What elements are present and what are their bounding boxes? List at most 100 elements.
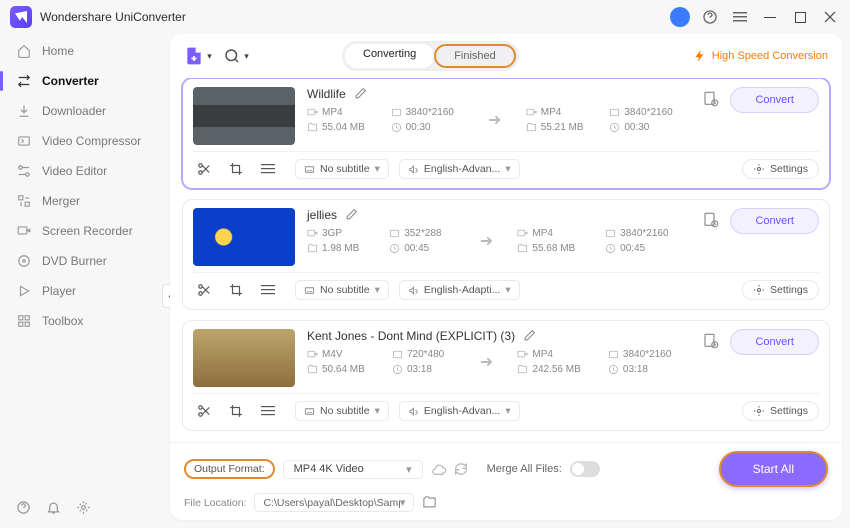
rename-icon[interactable] [345, 208, 359, 222]
file-title: Kent Jones - Dont Mind (EXPLICIT) (3) [307, 329, 515, 343]
sidebar-item-player[interactable]: Player [0, 276, 170, 306]
video-icon [526, 107, 537, 118]
item-settings-button[interactable]: Settings [742, 159, 819, 179]
rename-icon[interactable] [523, 329, 537, 343]
trim-icon[interactable] [193, 279, 215, 301]
support-icon[interactable] [700, 7, 720, 27]
resolution-icon [609, 107, 620, 118]
video-thumbnail[interactable] [193, 329, 295, 387]
audio-select[interactable]: English-Adapti...▾ [399, 280, 520, 300]
folder-icon [526, 122, 537, 133]
item-settings-button[interactable]: Settings [742, 401, 819, 421]
file-location-select[interactable]: C:\Users\payal\Desktop\Sampl▾ [254, 493, 414, 512]
file-location-label: File Location: [184, 497, 246, 509]
app-title: Wondershare UniConverter [40, 10, 186, 24]
sidebar-item-label: Converter [42, 74, 99, 88]
sidebar-item-home[interactable]: Home [0, 36, 170, 66]
footer: Output Format: MP4 4K Video▾ Merge All F… [170, 442, 842, 520]
sidebar-item-compressor[interactable]: Video Compressor [0, 126, 170, 156]
titlebar: Wondershare UniConverter [0, 0, 850, 34]
arrow-icon: ➜ [480, 110, 510, 130]
player-icon [16, 283, 32, 299]
video-thumbnail[interactable] [193, 208, 295, 266]
arrow-icon: ➜ [471, 231, 501, 251]
output-settings-icon[interactable] [702, 211, 722, 231]
output-format-select[interactable]: MP4 4K Video▾ [283, 460, 423, 479]
start-all-button[interactable]: Start All [719, 451, 828, 487]
add-file-button[interactable]: ▾ [184, 42, 212, 70]
file-title: jellies [307, 208, 337, 222]
converter-icon [16, 73, 32, 89]
editor-icon [16, 163, 32, 179]
more-icon[interactable] [257, 158, 279, 180]
clock-icon [609, 122, 620, 133]
minimize-icon[interactable] [760, 7, 780, 27]
file-card[interactable]: jellies 3GP 352*288 ➜ MP4 3840*2160 1.98… [182, 199, 830, 310]
crop-icon[interactable] [225, 400, 247, 422]
sidebar-item-label: Home [42, 44, 74, 58]
resolution-icon [391, 107, 402, 118]
trim-icon[interactable] [193, 158, 215, 180]
output-settings-icon[interactable] [702, 332, 722, 352]
sidebar-item-toolbox[interactable]: Toolbox [0, 306, 170, 336]
sidebar-item-recorder[interactable]: Screen Recorder [0, 216, 170, 246]
subtitle-select[interactable]: No subtitle▾ [295, 159, 389, 179]
merge-toggle[interactable] [570, 461, 600, 477]
tab-converting[interactable]: Converting [345, 44, 434, 68]
menu-icon[interactable] [730, 7, 750, 27]
subtitle-select[interactable]: No subtitle▾ [295, 401, 389, 421]
high-speed-conversion-link[interactable]: High Speed Conversion [693, 49, 828, 63]
tab-finished[interactable]: Finished [434, 44, 516, 68]
status-tabs: Converting Finished [342, 41, 519, 71]
open-folder-icon[interactable] [422, 495, 437, 510]
sidebar-item-editor[interactable]: Video Editor [0, 156, 170, 186]
audio-select[interactable]: English-Advan...▾ [399, 401, 520, 421]
close-icon[interactable] [820, 7, 840, 27]
recorder-icon [16, 223, 32, 239]
sidebar-item-label: Video Compressor [42, 134, 141, 148]
output-settings-icon[interactable] [702, 90, 722, 110]
file-card[interactable]: Kent Jones - Dont Mind (EXPLICIT) (3) M4… [182, 320, 830, 431]
convert-button[interactable]: Convert [730, 329, 819, 355]
subtitle-select[interactable]: No subtitle▾ [295, 280, 389, 300]
user-avatar-icon[interactable] [670, 7, 690, 27]
trim-icon[interactable] [193, 400, 215, 422]
file-title: Wildlife [307, 87, 346, 101]
more-icon[interactable] [257, 400, 279, 422]
output-format-label: Output Format: [184, 459, 275, 479]
settings-icon[interactable] [76, 500, 92, 516]
merger-icon [16, 193, 32, 209]
help-icon[interactable] [16, 500, 32, 516]
lightning-icon [693, 49, 707, 63]
sidebar-item-label: DVD Burner [42, 254, 107, 268]
sidebar: Home Converter Downloader Video Compress… [0, 34, 170, 528]
more-icon[interactable] [257, 279, 279, 301]
downloader-icon [16, 103, 32, 119]
content-toolbar: ▾ ▾ Converting Finished High Speed Conve… [170, 34, 842, 78]
add-url-button[interactable]: ▾ [222, 42, 250, 70]
sidebar-item-dvd[interactable]: DVD Burner [0, 246, 170, 276]
audio-select[interactable]: English-Advan...▾ [399, 159, 520, 179]
dvd-icon [16, 253, 32, 269]
sidebar-item-converter[interactable]: Converter [0, 66, 170, 96]
file-list: Wildlife MP4 3840*2160 ➜ MP4 3840*2160 5… [170, 78, 842, 442]
sidebar-item-merger[interactable]: Merger [0, 186, 170, 216]
arrow-icon: ➜ [471, 352, 501, 372]
file-card[interactable]: Wildlife MP4 3840*2160 ➜ MP4 3840*2160 5… [182, 78, 830, 189]
rename-icon[interactable] [354, 87, 368, 101]
merge-label: Merge All Files: [487, 463, 562, 475]
compressor-icon [16, 133, 32, 149]
cloud-icon[interactable] [431, 461, 447, 477]
convert-button[interactable]: Convert [730, 87, 819, 113]
notification-icon[interactable] [46, 500, 62, 516]
item-settings-button[interactable]: Settings [742, 280, 819, 300]
video-thumbnail[interactable] [193, 87, 295, 145]
crop-icon[interactable] [225, 279, 247, 301]
maximize-icon[interactable] [790, 7, 810, 27]
convert-button[interactable]: Convert [730, 208, 819, 234]
crop-icon[interactable] [225, 158, 247, 180]
clock-icon [391, 122, 402, 133]
sync-icon[interactable] [453, 461, 469, 477]
sidebar-item-downloader[interactable]: Downloader [0, 96, 170, 126]
home-icon [16, 43, 32, 59]
